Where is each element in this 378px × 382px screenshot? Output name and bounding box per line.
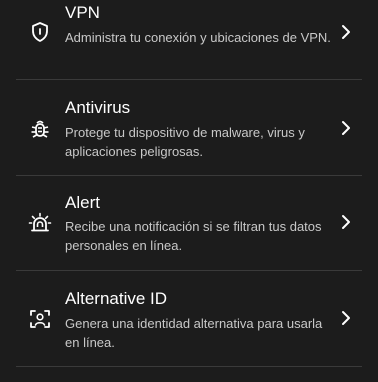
item-description: Genera una identidad alternativa para us…	[65, 316, 323, 350]
item-description: Administra tu conexión y ubicaciones de …	[65, 30, 331, 45]
face-scan-icon	[28, 307, 52, 331]
divider	[16, 366, 362, 367]
item-title: Alert	[65, 193, 100, 212]
list-item-vpn[interactable]: VPN Administra tu conexión y ubicaciones…	[0, 0, 378, 80]
shield-icon	[28, 20, 52, 44]
chevron-right-icon	[337, 213, 355, 231]
list-item-alert[interactable]: Alert Recibe una notificación si se filt…	[0, 176, 378, 270]
bug-icon	[28, 117, 52, 141]
chevron-right-icon	[337, 23, 355, 41]
list-item-alternative-id[interactable]: Alternative ID Genera una identidad alte…	[0, 271, 378, 366]
item-title: VPN	[65, 3, 100, 22]
item-title: Alternative ID	[65, 289, 168, 308]
chevron-right-icon	[337, 119, 355, 137]
list-item-antivirus[interactable]: Antivirus Protege tu dispositivo de malw…	[0, 80, 378, 175]
alarm-icon	[28, 211, 52, 235]
chevron-right-icon	[337, 309, 355, 327]
item-description: Recibe una notificación si se filtran tu…	[65, 219, 322, 253]
item-title: Antivirus	[65, 98, 131, 117]
item-description: Protege tu dispositivo de malware, virus…	[65, 125, 305, 159]
